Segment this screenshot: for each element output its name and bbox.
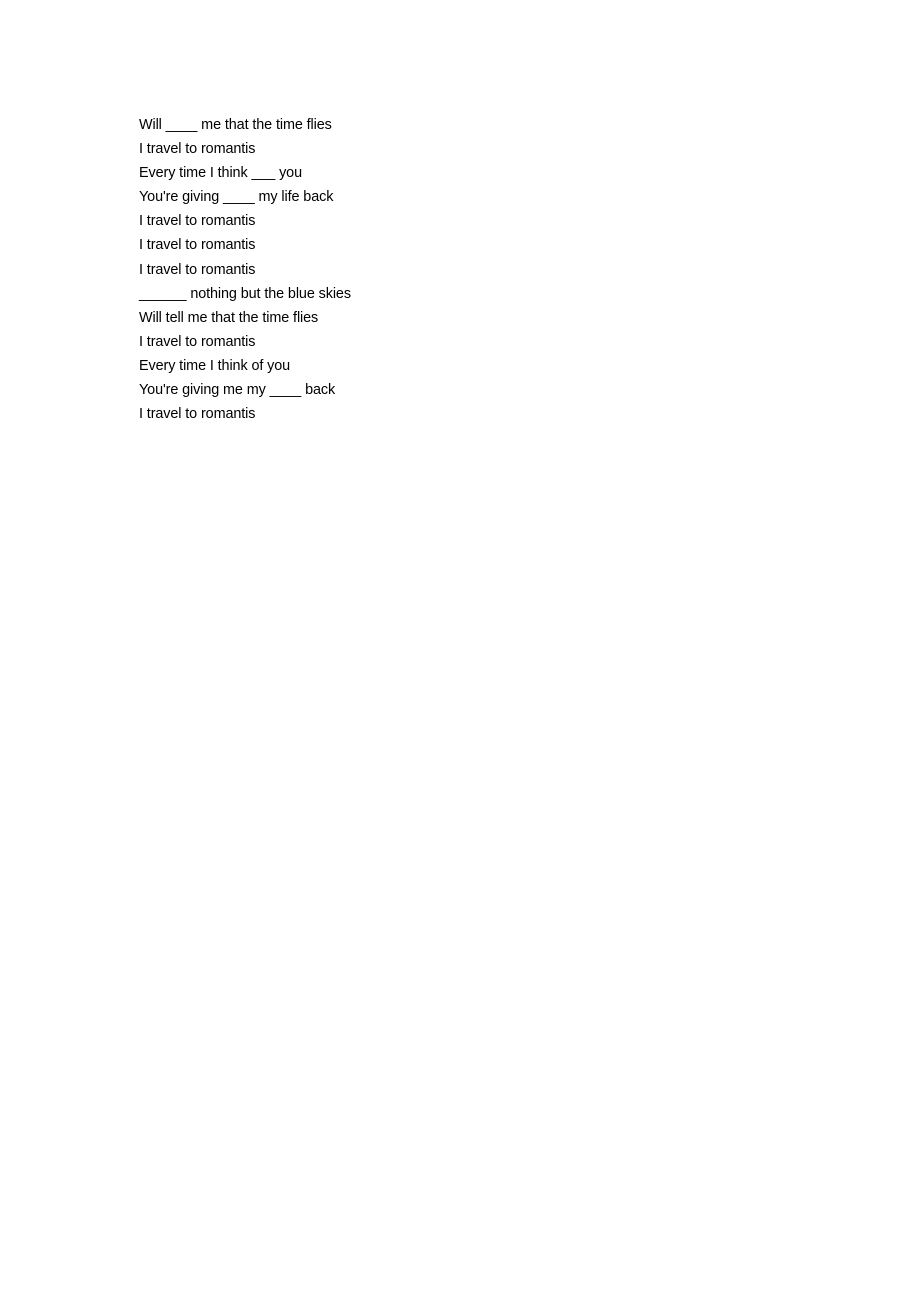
lyric-line: You're giving me my ____ back	[139, 382, 336, 399]
document-page: Will ____ me that the time flies I trave…	[0, 0, 920, 1302]
lyrics-text-block: Will ____ me that the time flies I trave…	[139, 113, 351, 426]
lyric-line: I travel to romantis	[139, 141, 256, 158]
lyric-line: You're giving ____ my life back	[139, 189, 334, 206]
lyric-line: I travel to romantis	[139, 333, 256, 350]
lyric-line: Every time I think ___ you	[139, 165, 302, 182]
lyric-line: I travel to romantis	[139, 237, 256, 254]
lyric-line: I travel to romantis	[139, 261, 256, 278]
lyric-line: Every time I think of you	[139, 357, 291, 374]
lyric-line: I travel to romantis	[139, 406, 256, 423]
lyric-line: I travel to romantis	[139, 213, 256, 230]
lyric-line: Will tell me that the time flies	[139, 309, 319, 326]
lyric-line: Will ____ me that the time flies	[139, 117, 332, 133]
lyric-line: ______ nothing but the blue skies	[139, 285, 351, 302]
